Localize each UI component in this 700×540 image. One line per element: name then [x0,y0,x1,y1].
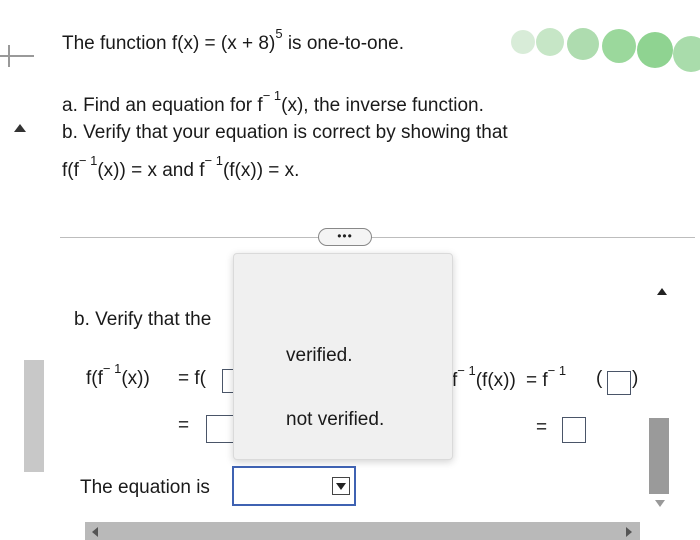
equation-label: The equation is [80,477,210,498]
section-divider [60,237,695,238]
rhs-paren-close: ) [632,368,639,389]
rhs-inner-input[interactable] [607,371,631,395]
scroll-up-icon[interactable] [657,288,667,295]
option-not-verified[interactable]: not verified. [280,407,390,433]
lhs-result-input[interactable] [206,415,234,443]
question-part-a: a. Find an equation for f− 1(x), the inv… [62,88,484,116]
gutter-line [0,55,34,57]
equation-select[interactable] [232,466,356,506]
question-verify-equation: f(f− 1(x)) = x and f− 1(f(x)) = x. [62,153,300,181]
lhs-expression: f(f− 1(x)) [86,361,150,389]
question-intro: The function f(x) = (x + 8)5 is one-to-o… [62,26,405,54]
lhs-second-equals: = [178,415,190,436]
rhs-second-equals: = [536,417,548,438]
rhs-result-input[interactable] [562,417,586,443]
rhs-expression: f− 1(f(x)) [452,363,516,391]
gutter-tick [8,45,10,67]
scroll-right-icon[interactable] [626,527,632,537]
vertical-scroll-thumb[interactable] [649,418,669,494]
scroll-left-icon[interactable] [92,527,98,537]
rhs-equals-finv: = f− 1 [526,363,567,391]
horizontal-scrollbar[interactable] [85,522,640,540]
scroll-down-icon[interactable] [655,500,665,507]
answer-part-b-label: b. Verify that the [74,309,212,330]
rhs-paren-open: ( [596,368,603,389]
question-part-b: b. Verify that your equation is correct … [62,122,508,143]
dropdown-popup: verified. not verified. [233,253,453,460]
option-verified[interactable]: verified. [280,343,359,369]
progress-dots-icon [511,28,700,72]
lhs-equals-f: = f( [178,368,206,389]
chevron-down-icon[interactable] [332,477,350,495]
collapse-arrow-icon[interactable] [14,124,26,132]
more-button[interactable]: ••• [318,228,372,246]
left-scrollbar[interactable] [24,360,44,472]
